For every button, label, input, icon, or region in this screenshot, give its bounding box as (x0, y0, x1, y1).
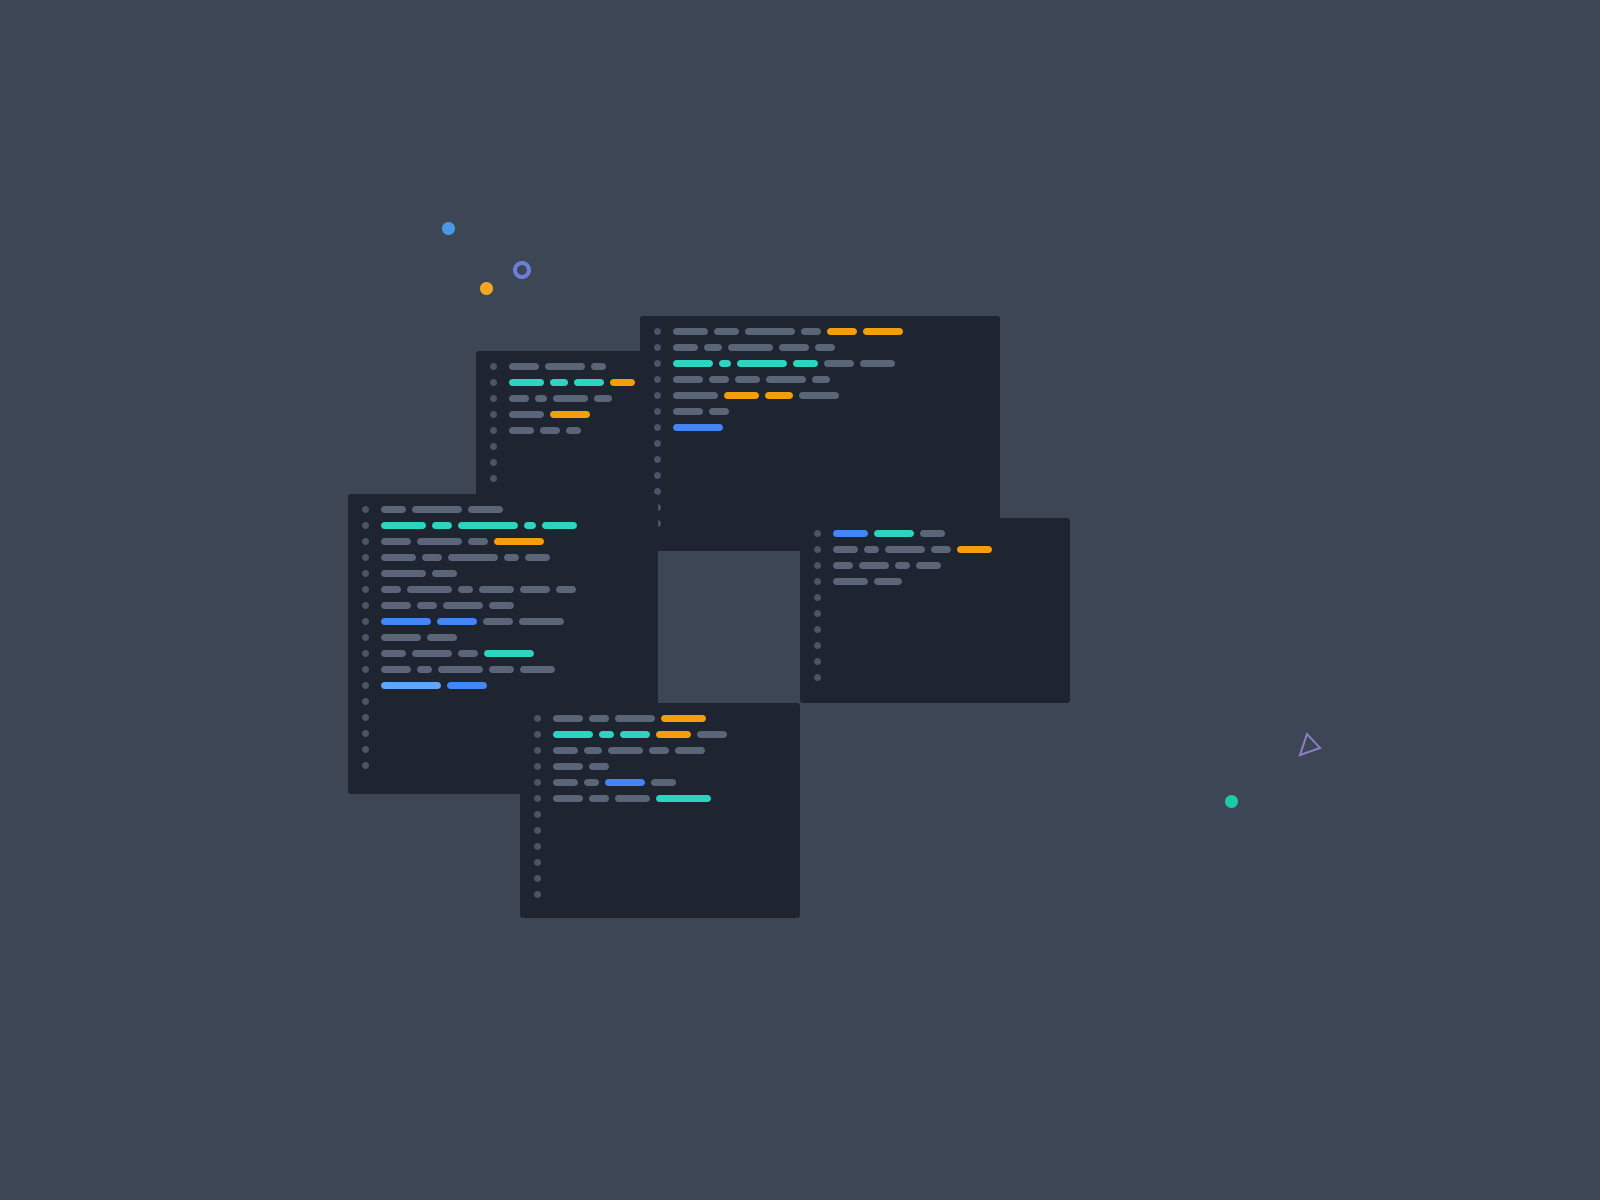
decoration-dot-blue (442, 222, 455, 235)
decoration-triangle-icon (1295, 730, 1325, 760)
code-window-1 (640, 316, 1000, 551)
code-window-4 (800, 518, 1070, 703)
decoration-dot-yellow (480, 282, 493, 295)
decoration-dot-teal (1225, 795, 1238, 808)
decoration-ring-purple (513, 261, 531, 279)
code-window-5 (520, 703, 800, 918)
